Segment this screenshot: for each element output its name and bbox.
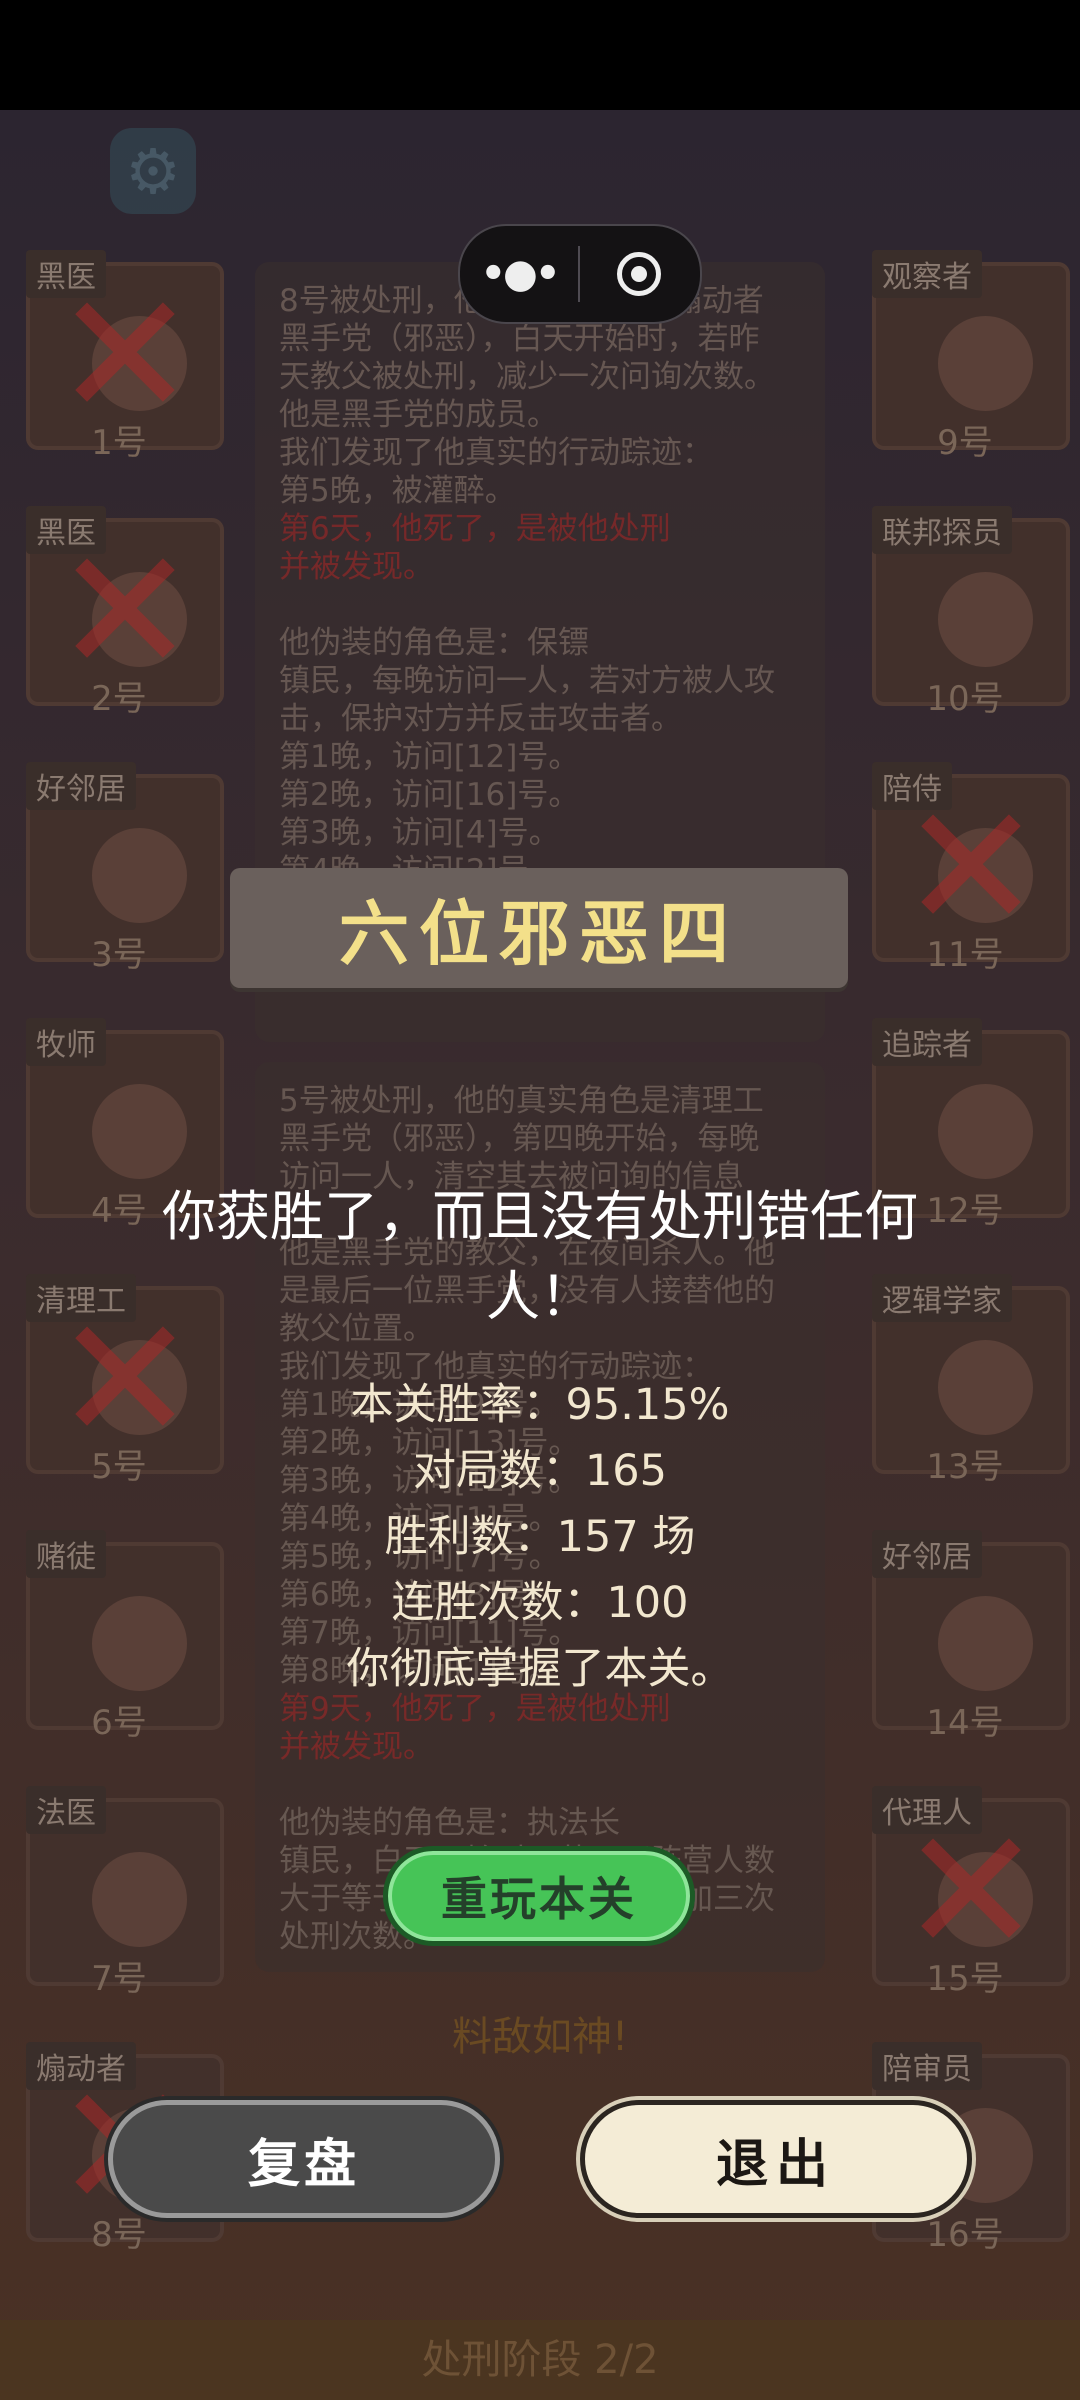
review-button[interactable]: 复盘 [108, 2100, 500, 2218]
player-number: 7号 [91, 1959, 147, 1999]
replay-level-button[interactable]: 重玩本关 [383, 1846, 695, 1946]
log-line: 我们发现了他真实的行动踪迹： [279, 435, 713, 471]
player-role-label: 陪侍 [872, 762, 952, 810]
character-avatar [938, 316, 1033, 411]
win-streak: 连胜次数：100 [391, 1578, 689, 1628]
stats-block: 本关胜率：95.15% 对局数：165 胜利数：157 场 连胜次数：100 你… [0, 1372, 1080, 1702]
player-card[interactable]: 联邦探员 10号 [860, 506, 1070, 719]
player-card[interactable]: 好邻居 3号 [14, 762, 224, 975]
games-played: 对局数：165 [412, 1446, 668, 1496]
log-line: 第1晚，访问[12]号。 [279, 739, 580, 775]
player-role-label: 代理人 [872, 1786, 982, 1834]
log-line: 第5晚，被灌醉。 [279, 473, 516, 509]
faint-praise-text: 料敌如神! [451, 2014, 629, 2060]
log-line: 5号被处刑，他的真实角色是清理工 [279, 1083, 764, 1119]
phase-indicator: 处刑阶段 2/2 [0, 2320, 1080, 2400]
player-number: 15号 [926, 1959, 1004, 1999]
player-role-label: 观察者 [872, 250, 982, 298]
player-number: 11号 [926, 935, 1004, 975]
log-line: 并被发现。 [279, 549, 434, 585]
player-role-label: 法医 [26, 1786, 106, 1834]
log-line: 镇民，每晚访问一人，若对方被人攻 [279, 663, 775, 699]
log-line: 击，保护对方并反击攻击者。 [279, 701, 682, 737]
level-title: 六位邪恶四 [339, 892, 739, 975]
player-number: 14号 [926, 1703, 1004, 1743]
log-line: 黑手党（邪恶），第四晚开始，每晚 [279, 1121, 760, 1157]
player-card[interactable]: ✕ 代理人 15号 [860, 1786, 1070, 1999]
mastery-message: 你彻底掌握了本关。 [346, 1644, 734, 1694]
player-number: 3号 [91, 935, 147, 975]
victory-message-line1: 你获胜了，而且没有处刑错任何 [162, 1185, 918, 1248]
log-line: 他伪装的角色是：执法长 [279, 1805, 620, 1841]
character-avatar [92, 1084, 187, 1179]
more-menu-icon[interactable]: •●• [460, 251, 578, 297]
status-bar [0, 0, 1080, 110]
log-line: 第6天，他死了，是被他处刑 [279, 511, 671, 547]
settings-gear-icon[interactable]: ⚙ [110, 128, 196, 214]
level-title-banner: 六位邪恶四 [230, 868, 848, 988]
player-card[interactable]: ✕ 陪侍 11号 [860, 762, 1070, 975]
player-role-label: 黑医 [26, 506, 106, 554]
player-number: 9号 [937, 423, 993, 463]
character-avatar [92, 828, 187, 923]
player-number: 2号 [91, 679, 147, 719]
player-card[interactable]: 观察者 9号 [860, 250, 1070, 463]
log-line: 第2晚，访问[16]号。 [279, 777, 580, 813]
player-number: 1号 [91, 423, 147, 463]
exit-button[interactable]: 退出 [580, 2100, 972, 2218]
log-line: 并被发现。 [279, 1729, 434, 1765]
log-line: 他是黑手党的成员。 [279, 397, 558, 433]
player-card[interactable]: ✕ 黑医 2号 [14, 506, 224, 719]
player-role-label: 追踪者 [872, 1018, 982, 1066]
player-role-label: 联邦探员 [872, 506, 1012, 554]
character-avatar [938, 572, 1033, 667]
win-rate: 本关胜率：95.15% [350, 1380, 730, 1430]
player-role-label: 牧师 [26, 1018, 106, 1066]
log-line: 第3晚，访问[4]号。 [279, 815, 560, 851]
wins-count: 胜利数：157 场 [384, 1512, 696, 1562]
character-avatar [92, 1852, 187, 1947]
player-number: 10号 [926, 679, 1004, 719]
player-role-label: 好邻居 [26, 762, 136, 810]
victory-message-line2: 人！ [486, 1265, 594, 1328]
player-number: 6号 [91, 1703, 147, 1743]
log-line: 天教父被处刑，减少一次问询次数。 [279, 359, 775, 395]
log-line: 黑手党（邪恶），白天开始时，若昨 [279, 321, 760, 357]
character-avatar [938, 1084, 1033, 1179]
player-card[interactable]: 法医 7号 [14, 1786, 224, 1999]
log-line: 他伪装的角色是：保镖 [279, 625, 589, 661]
close-mini-program-icon[interactable] [580, 252, 698, 296]
mini-program-capsule: •●• [458, 224, 702, 324]
player-card[interactable]: ✕ 黑医 1号 [14, 250, 224, 463]
player-role-label: 黑医 [26, 250, 106, 298]
